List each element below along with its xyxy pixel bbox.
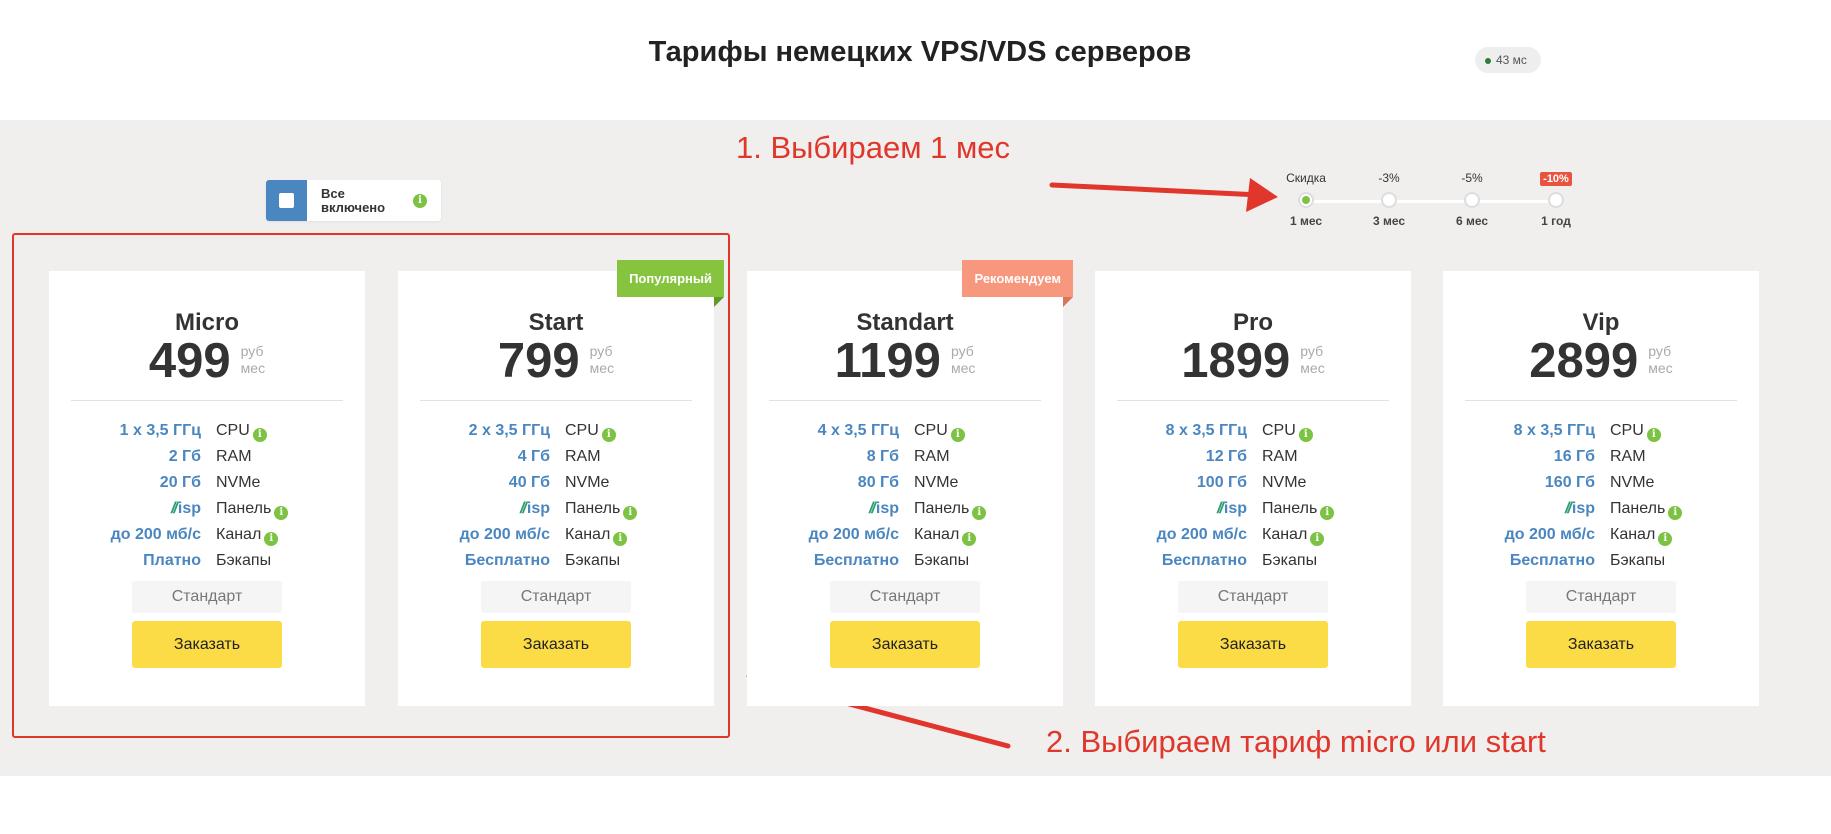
info-icon[interactable]: i xyxy=(1320,506,1335,520)
spec-ram: 4 Гб RAM xyxy=(517,448,601,465)
spec-disk: 40 Гб NVMe xyxy=(508,474,610,491)
plan-card-pro: Pro 1899 руб мес 8 x 3,5 ГГц CPU i 12 Гб RAM … xyxy=(1095,271,1411,706)
spec-disk: 20 Гб NVMe xyxy=(159,474,261,491)
spec-channel: до 200 мб/с Канал i xyxy=(1095,526,1411,552)
plan-price: 799 xyxy=(497,334,580,388)
price-unit: руб мес xyxy=(589,343,615,376)
info-icon[interactable]: i xyxy=(1646,428,1661,442)
info-icon[interactable]: i xyxy=(601,428,616,442)
spec-cpu: 4 x 3,5 ГГц CPU i xyxy=(747,422,1063,448)
standard-config-button[interactable]: Стандарт xyxy=(830,581,980,613)
divider xyxy=(769,400,1041,401)
price-unit: руб мес xyxy=(240,343,266,376)
plan-card-micro: Micro 499 руб мес 1 x 3,5 ГГц CPU i 2 Гб RAM … xyxy=(49,271,365,706)
isp-logo: //isp xyxy=(868,500,899,517)
spec-disk: 80 Гб NVMe xyxy=(857,474,959,491)
isp-logo: //isp xyxy=(1564,500,1595,517)
standard-config-button[interactable]: Стандарт xyxy=(132,581,282,613)
spec-channel: до 200 мб/с Канал i xyxy=(747,526,1063,552)
spec-disk: 160 Гб NVMe xyxy=(1544,474,1655,491)
plan-price: 1199 xyxy=(834,334,941,388)
spec-channel: до 200 мб/с Канал i xyxy=(49,526,365,552)
spec-cpu: 2 x 3,5 ГГц CPU i xyxy=(398,422,714,448)
spec-list: 2 x 3,5 ГГц CPU i 4 Гб RAM 40 Гб NVMe //isp П… xyxy=(398,422,714,578)
spec-backups: Платно Бэкапы xyxy=(143,552,272,569)
spec-backups: Бесплатно Бэкапы xyxy=(813,552,970,569)
info-icon[interactable]: i xyxy=(1298,428,1313,442)
divider xyxy=(1465,400,1737,401)
spec-backups: Бесплатно Бэкапы xyxy=(1161,552,1318,569)
spec-list: 8 x 3,5 ГГц CPU i 12 Гб RAM 100 Гб NVMe //is… xyxy=(1095,422,1411,578)
order-button[interactable]: Заказать xyxy=(1526,621,1676,668)
info-icon[interactable]: i xyxy=(972,506,987,520)
arrow-to-period xyxy=(1049,178,1278,212)
spec-backups: Бесплатно Бэкапы xyxy=(1509,552,1666,569)
spec-ram: 8 Гб RAM xyxy=(866,448,950,465)
spec-panel: //isp Панель i xyxy=(49,500,365,526)
info-icon[interactable]: i xyxy=(1668,506,1683,520)
info-icon[interactable]: i xyxy=(274,506,289,520)
order-button[interactable]: Заказать xyxy=(830,621,980,668)
info-icon[interactable]: i xyxy=(613,532,628,546)
plan-card-standart: Рекомендуем Standart 1199 руб мес 4 x 3,5 … xyxy=(747,260,1073,706)
info-icon[interactable]: i xyxy=(1310,532,1325,546)
spec-ram: 16 Гб RAM xyxy=(1553,448,1646,465)
plan-price: 2899 xyxy=(1529,334,1639,388)
info-icon[interactable]: i xyxy=(962,532,977,546)
info-icon[interactable]: i xyxy=(252,428,267,442)
popular-ribbon: Популярный xyxy=(617,260,724,307)
info-icon[interactable]: i xyxy=(264,532,279,546)
recommended-ribbon: Рекомендуем xyxy=(962,260,1073,307)
spec-panel: //isp Панель i xyxy=(747,500,1063,526)
spec-channel: до 200 мб/с Канал i xyxy=(1443,526,1759,552)
plan-price: 499 xyxy=(148,334,231,388)
spec-channel: до 200 мб/с Канал i xyxy=(398,526,714,552)
spec-panel: //isp Панель i xyxy=(1443,500,1759,526)
spec-cpu: 8 x 3,5 ГГц CPU i xyxy=(1095,422,1411,448)
standard-config-button[interactable]: Стандарт xyxy=(1526,581,1676,613)
info-icon[interactable]: i xyxy=(950,428,965,442)
order-button[interactable]: Заказать xyxy=(1178,621,1328,668)
spec-ram: 12 Гб RAM xyxy=(1205,448,1298,465)
spec-cpu: 8 x 3,5 ГГц CPU i xyxy=(1443,422,1759,448)
standard-config-button[interactable]: Стандарт xyxy=(481,581,631,613)
isp-logo: //isp xyxy=(170,500,201,517)
plan-card-start: Популярный Start 799 руб мес 2 x 3,5 ГГц CP… xyxy=(398,260,724,706)
standard-config-button[interactable]: Стандарт xyxy=(1178,581,1328,613)
spec-panel: //isp Панель i xyxy=(1095,500,1411,526)
price-unit: руб мес xyxy=(1300,343,1325,376)
spec-list: 4 x 3,5 ГГц CPU i 8 Гб RAM 80 Гб NVMe //isp П… xyxy=(747,422,1063,578)
divider xyxy=(71,400,343,401)
info-icon[interactable]: i xyxy=(1658,532,1673,546)
spec-panel: //isp Панель i xyxy=(398,500,714,526)
spec-list: 8 x 3,5 ГГц CPU i 16 Гб RAM 160 Гб NVMe //is… xyxy=(1443,422,1759,578)
price-unit: руб мес xyxy=(950,343,976,376)
divider xyxy=(1117,400,1389,401)
plan-card-vip: Vip 2899 руб мес 8 x 3,5 ГГц CPU i 16 Гб RAM … xyxy=(1443,271,1759,706)
price-unit: руб мес xyxy=(1648,343,1673,376)
divider xyxy=(420,400,692,401)
order-button[interactable]: Заказать xyxy=(132,621,282,668)
plan-price: 1899 xyxy=(1181,334,1291,388)
isp-logo: //isp xyxy=(1216,500,1247,517)
isp-logo: //isp xyxy=(519,500,550,517)
spec-cpu: 1 x 3,5 ГГц CPU i xyxy=(49,422,365,448)
spec-ram: 2 Гб RAM xyxy=(168,448,252,465)
spec-disk: 100 Гб NVMe xyxy=(1196,474,1307,491)
spec-backups: Бесплатно Бэкапы xyxy=(464,552,621,569)
spec-list: 1 x 3,5 ГГц CPU i 2 Гб RAM 20 Гб NVMe //isp П… xyxy=(49,422,365,578)
order-button[interactable]: Заказать xyxy=(481,621,631,668)
info-icon[interactable]: i xyxy=(623,506,638,520)
